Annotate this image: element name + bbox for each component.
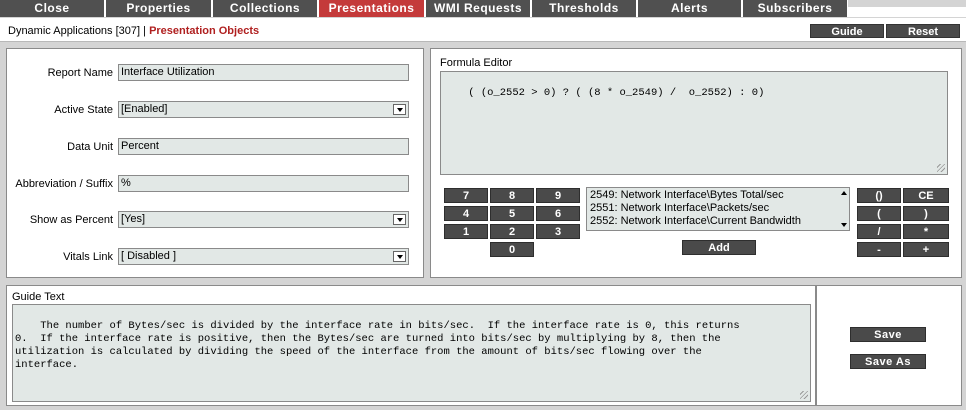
list-item[interactable]: 2549: Network Interface\Bytes Total/sec [590,189,846,202]
data-unit-label: Data Unit [67,141,113,153]
show-percent-select[interactable]: [Yes] [118,211,409,228]
properties-panel: Report Name Interface Utilization Active… [6,48,424,278]
add-button[interactable]: Add [682,240,756,255]
guide-text: The number of Bytes/sec is divided by th… [15,320,740,371]
formula-editor-title: Formula Editor [440,57,513,69]
formula-textarea[interactable]: ( (o_2552 > 0) ? ( (8 * o_2549) / o_2552… [440,71,948,175]
list-item[interactable]: 2552: Network Interface\Current Bandwidt… [590,215,846,228]
guide-textarea[interactable]: The number of Bytes/sec is divided by th… [12,304,811,402]
tab-alerts[interactable]: Alerts [638,0,741,17]
tab-close[interactable]: Close [0,0,104,17]
active-state-label: Active State [54,104,113,116]
clear-entry-button[interactable]: CE [903,188,949,203]
show-percent-label: Show as Percent [29,214,113,226]
save-panel: Save Save As [816,285,962,406]
operator-minus-button[interactable]: - [857,242,901,257]
save-button[interactable]: Save [850,327,926,342]
abbreviation-label: Abbreviation / Suffix [15,178,113,190]
scroll-up-icon[interactable] [841,191,847,195]
keypad-9-button[interactable]: 9 [536,188,580,203]
breadcrumb-separator: | [143,25,146,37]
operator-divide-button[interactable]: / [857,224,901,239]
formula-text: ( (o_2552 > 0) ? ( (8 * o_2549) / o_2552… [468,87,765,99]
tab-wmi-requests[interactable]: WMI Requests [426,0,530,17]
formula-editor-panel: Formula Editor ( (o_2552 > 0) ? ( (8 * o… [430,48,962,278]
active-state-value: [Enabled] [121,103,168,115]
operator-parens-button[interactable]: () [857,188,901,203]
keypad-6-button[interactable]: 6 [536,206,580,221]
keypad-5-button[interactable]: 5 [490,206,534,221]
save-as-button[interactable]: Save As [850,354,926,369]
keypad-3-button[interactable]: 3 [536,224,580,239]
chevron-down-icon[interactable] [393,251,406,262]
listbox-scrollbar[interactable] [839,188,849,230]
guide-text-title: Guide Text [12,291,65,303]
tab-properties[interactable]: Properties [106,0,211,17]
tab-thresholds[interactable]: Thresholds [532,0,636,17]
vitals-link-select[interactable]: [ Disabled ] [118,248,409,265]
show-percent-value: [Yes] [121,213,146,225]
tab-bar: Close Properties Collections Presentatio… [0,0,966,17]
operator-open-paren-button[interactable]: ( [857,206,901,221]
data-unit-input[interactable]: Percent [118,138,409,155]
abbreviation-input[interactable]: % [118,175,409,192]
keypad-8-button[interactable]: 8 [490,188,534,203]
operator-close-paren-button[interactable]: ) [903,206,949,221]
guide-text-panel: Guide Text The number of Bytes/sec is di… [6,285,816,406]
breadcrumb-parent[interactable]: Dynamic Applications [307] [8,25,140,37]
keypad-7-button[interactable]: 7 [444,188,488,203]
scroll-down-icon[interactable] [841,223,847,227]
tab-subscribers[interactable]: Subscribers [743,0,847,17]
vitals-link-value: [ Disabled ] [121,250,177,262]
keypad-4-button[interactable]: 4 [444,206,488,221]
object-listbox[interactable]: 2549: Network Interface\Bytes Total/sec … [586,187,850,231]
page-header: Dynamic Applications [307] | Presentatio… [0,18,966,42]
chevron-down-icon[interactable] [393,104,406,115]
resize-grip-icon[interactable] [937,164,945,172]
tab-strip-filler [848,0,966,7]
vitals-link-label: Vitals Link [63,251,113,263]
list-item[interactable]: 2551: Network Interface\Packets/sec [590,202,846,215]
page-title: Presentation Objects [149,25,260,37]
report-name-label: Report Name [47,67,113,79]
operator-plus-button[interactable]: + [903,242,949,257]
keypad-2-button[interactable]: 2 [490,224,534,239]
resize-grip-icon[interactable] [800,391,808,399]
tab-collections[interactable]: Collections [213,0,317,17]
report-name-input[interactable]: Interface Utilization [118,64,409,81]
operator-multiply-button[interactable]: * [903,224,949,239]
breadcrumb: Dynamic Applications [307] | Presentatio… [8,25,259,37]
keypad-0-button[interactable]: 0 [490,242,534,257]
keypad-1-button[interactable]: 1 [444,224,488,239]
tab-presentations[interactable]: Presentations [319,0,424,17]
guide-button[interactable]: Guide [810,24,884,38]
reset-button[interactable]: Reset [886,24,960,38]
chevron-down-icon[interactable] [393,214,406,225]
active-state-select[interactable]: [Enabled] [118,101,409,118]
